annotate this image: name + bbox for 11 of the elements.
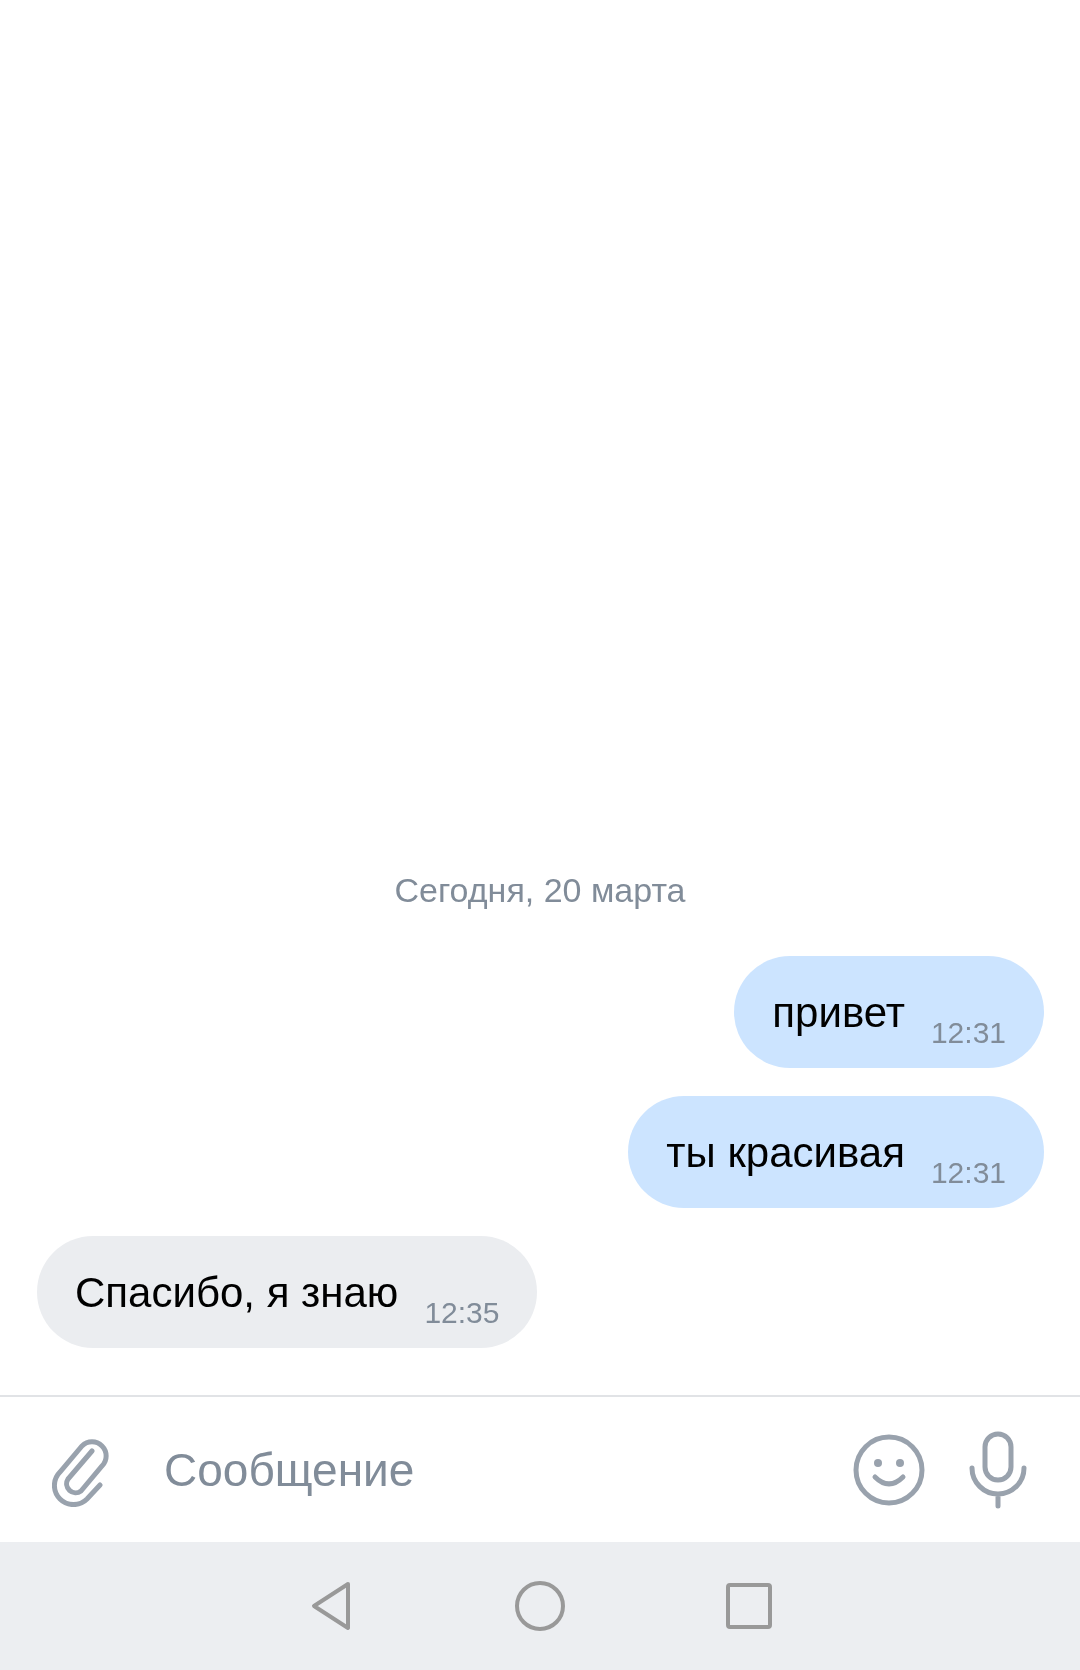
message-text: привет: [772, 989, 905, 1037]
message-text: Спасибо, я знаю: [75, 1269, 399, 1317]
message-input-field[interactable]: Сообщение: [164, 1442, 812, 1497]
home-icon[interactable]: [514, 1580, 566, 1632]
date-separator: Сегодня, 20 марта: [394, 871, 686, 910]
message-text: ты красивая: [666, 1129, 905, 1177]
message-time: 12:35: [424, 1296, 500, 1330]
recents-icon[interactable]: [726, 1583, 772, 1629]
smiley-icon[interactable]: [852, 1432, 926, 1507]
message-time: 12:31: [930, 1156, 1006, 1190]
message-time: 12:31: [930, 1016, 1006, 1050]
